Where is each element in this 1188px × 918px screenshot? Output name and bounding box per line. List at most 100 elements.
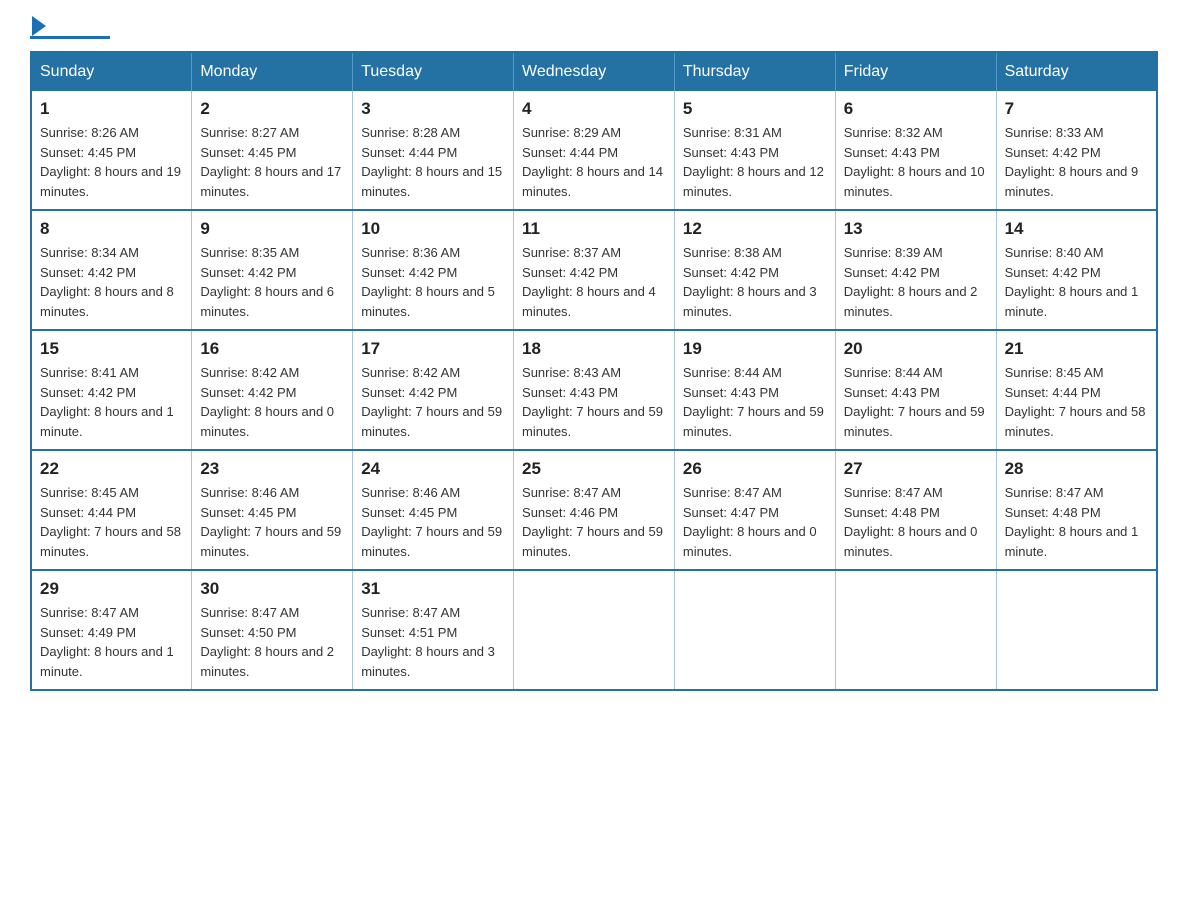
day-number: 24 [361, 459, 505, 479]
calendar-cell: 30 Sunrise: 8:47 AM Sunset: 4:50 PM Dayl… [192, 570, 353, 690]
day-info: Sunrise: 8:37 AM Sunset: 4:42 PM Dayligh… [522, 243, 666, 321]
day-info: Sunrise: 8:44 AM Sunset: 4:43 PM Dayligh… [844, 363, 988, 441]
day-info: Sunrise: 8:36 AM Sunset: 4:42 PM Dayligh… [361, 243, 505, 321]
day-number: 23 [200, 459, 344, 479]
calendar-header-tuesday: Tuesday [353, 52, 514, 91]
day-info: Sunrise: 8:42 AM Sunset: 4:42 PM Dayligh… [361, 363, 505, 441]
calendar-cell: 15 Sunrise: 8:41 AM Sunset: 4:42 PM Dayl… [31, 330, 192, 450]
calendar-week-row: 29 Sunrise: 8:47 AM Sunset: 4:49 PM Dayl… [31, 570, 1157, 690]
day-number: 9 [200, 219, 344, 239]
calendar-cell: 6 Sunrise: 8:32 AM Sunset: 4:43 PM Dayli… [835, 91, 996, 210]
calendar-header-row: SundayMondayTuesdayWednesdayThursdayFrid… [31, 52, 1157, 91]
calendar-cell [514, 570, 675, 690]
day-info: Sunrise: 8:38 AM Sunset: 4:42 PM Dayligh… [683, 243, 827, 321]
day-number: 13 [844, 219, 988, 239]
calendar-header-saturday: Saturday [996, 52, 1157, 91]
day-number: 6 [844, 99, 988, 119]
day-info: Sunrise: 8:28 AM Sunset: 4:44 PM Dayligh… [361, 123, 505, 201]
calendar-cell: 23 Sunrise: 8:46 AM Sunset: 4:45 PM Dayl… [192, 450, 353, 570]
day-info: Sunrise: 8:45 AM Sunset: 4:44 PM Dayligh… [1005, 363, 1148, 441]
calendar-cell: 19 Sunrise: 8:44 AM Sunset: 4:43 PM Dayl… [674, 330, 835, 450]
calendar-week-row: 22 Sunrise: 8:45 AM Sunset: 4:44 PM Dayl… [31, 450, 1157, 570]
day-number: 30 [200, 579, 344, 599]
day-number: 16 [200, 339, 344, 359]
day-info: Sunrise: 8:47 AM Sunset: 4:50 PM Dayligh… [200, 603, 344, 681]
day-info: Sunrise: 8:40 AM Sunset: 4:42 PM Dayligh… [1005, 243, 1148, 321]
calendar-cell: 11 Sunrise: 8:37 AM Sunset: 4:42 PM Dayl… [514, 210, 675, 330]
calendar-week-row: 8 Sunrise: 8:34 AM Sunset: 4:42 PM Dayli… [31, 210, 1157, 330]
day-info: Sunrise: 8:31 AM Sunset: 4:43 PM Dayligh… [683, 123, 827, 201]
day-number: 28 [1005, 459, 1148, 479]
day-info: Sunrise: 8:47 AM Sunset: 4:48 PM Dayligh… [1005, 483, 1148, 561]
day-number: 12 [683, 219, 827, 239]
calendar-cell [996, 570, 1157, 690]
calendar-cell: 7 Sunrise: 8:33 AM Sunset: 4:42 PM Dayli… [996, 91, 1157, 210]
day-number: 8 [40, 219, 183, 239]
day-number: 18 [522, 339, 666, 359]
calendar-cell: 3 Sunrise: 8:28 AM Sunset: 4:44 PM Dayli… [353, 91, 514, 210]
logo-underline [30, 36, 110, 39]
calendar-cell: 26 Sunrise: 8:47 AM Sunset: 4:47 PM Dayl… [674, 450, 835, 570]
day-info: Sunrise: 8:26 AM Sunset: 4:45 PM Dayligh… [40, 123, 183, 201]
day-number: 27 [844, 459, 988, 479]
calendar-cell: 22 Sunrise: 8:45 AM Sunset: 4:44 PM Dayl… [31, 450, 192, 570]
day-info: Sunrise: 8:27 AM Sunset: 4:45 PM Dayligh… [200, 123, 344, 201]
logo [30, 20, 110, 31]
day-number: 22 [40, 459, 183, 479]
day-number: 11 [522, 219, 666, 239]
calendar-header-thursday: Thursday [674, 52, 835, 91]
calendar-cell: 10 Sunrise: 8:36 AM Sunset: 4:42 PM Dayl… [353, 210, 514, 330]
day-number: 10 [361, 219, 505, 239]
calendar-cell [674, 570, 835, 690]
day-info: Sunrise: 8:42 AM Sunset: 4:42 PM Dayligh… [200, 363, 344, 441]
calendar-cell: 17 Sunrise: 8:42 AM Sunset: 4:42 PM Dayl… [353, 330, 514, 450]
day-number: 19 [683, 339, 827, 359]
calendar-week-row: 1 Sunrise: 8:26 AM Sunset: 4:45 PM Dayli… [31, 91, 1157, 210]
day-number: 25 [522, 459, 666, 479]
calendar-week-row: 15 Sunrise: 8:41 AM Sunset: 4:42 PM Dayl… [31, 330, 1157, 450]
day-info: Sunrise: 8:45 AM Sunset: 4:44 PM Dayligh… [40, 483, 183, 561]
calendar-cell: 16 Sunrise: 8:42 AM Sunset: 4:42 PM Dayl… [192, 330, 353, 450]
day-number: 5 [683, 99, 827, 119]
day-number: 1 [40, 99, 183, 119]
calendar-cell: 24 Sunrise: 8:46 AM Sunset: 4:45 PM Dayl… [353, 450, 514, 570]
calendar-cell: 5 Sunrise: 8:31 AM Sunset: 4:43 PM Dayli… [674, 91, 835, 210]
day-info: Sunrise: 8:43 AM Sunset: 4:43 PM Dayligh… [522, 363, 666, 441]
day-info: Sunrise: 8:47 AM Sunset: 4:48 PM Dayligh… [844, 483, 988, 561]
day-info: Sunrise: 8:47 AM Sunset: 4:47 PM Dayligh… [683, 483, 827, 561]
page-header [30, 20, 1158, 31]
calendar-header-sunday: Sunday [31, 52, 192, 91]
calendar-cell: 31 Sunrise: 8:47 AM Sunset: 4:51 PM Dayl… [353, 570, 514, 690]
day-info: Sunrise: 8:41 AM Sunset: 4:42 PM Dayligh… [40, 363, 183, 441]
day-info: Sunrise: 8:46 AM Sunset: 4:45 PM Dayligh… [361, 483, 505, 561]
day-number: 15 [40, 339, 183, 359]
calendar-cell: 18 Sunrise: 8:43 AM Sunset: 4:43 PM Dayl… [514, 330, 675, 450]
day-info: Sunrise: 8:35 AM Sunset: 4:42 PM Dayligh… [200, 243, 344, 321]
calendar-cell [835, 570, 996, 690]
day-info: Sunrise: 8:47 AM Sunset: 4:51 PM Dayligh… [361, 603, 505, 681]
day-info: Sunrise: 8:29 AM Sunset: 4:44 PM Dayligh… [522, 123, 666, 201]
calendar-header-wednesday: Wednesday [514, 52, 675, 91]
calendar-cell: 2 Sunrise: 8:27 AM Sunset: 4:45 PM Dayli… [192, 91, 353, 210]
day-number: 4 [522, 99, 666, 119]
calendar-cell: 28 Sunrise: 8:47 AM Sunset: 4:48 PM Dayl… [996, 450, 1157, 570]
calendar-header-monday: Monday [192, 52, 353, 91]
day-info: Sunrise: 8:47 AM Sunset: 4:46 PM Dayligh… [522, 483, 666, 561]
calendar-table: SundayMondayTuesdayWednesdayThursdayFrid… [30, 51, 1158, 691]
calendar-cell: 1 Sunrise: 8:26 AM Sunset: 4:45 PM Dayli… [31, 91, 192, 210]
day-number: 29 [40, 579, 183, 599]
day-number: 26 [683, 459, 827, 479]
calendar-cell: 27 Sunrise: 8:47 AM Sunset: 4:48 PM Dayl… [835, 450, 996, 570]
day-number: 17 [361, 339, 505, 359]
calendar-cell: 12 Sunrise: 8:38 AM Sunset: 4:42 PM Dayl… [674, 210, 835, 330]
day-info: Sunrise: 8:39 AM Sunset: 4:42 PM Dayligh… [844, 243, 988, 321]
day-info: Sunrise: 8:33 AM Sunset: 4:42 PM Dayligh… [1005, 123, 1148, 201]
calendar-cell: 9 Sunrise: 8:35 AM Sunset: 4:42 PM Dayli… [192, 210, 353, 330]
calendar-cell: 14 Sunrise: 8:40 AM Sunset: 4:42 PM Dayl… [996, 210, 1157, 330]
day-number: 14 [1005, 219, 1148, 239]
day-number: 20 [844, 339, 988, 359]
day-info: Sunrise: 8:46 AM Sunset: 4:45 PM Dayligh… [200, 483, 344, 561]
day-number: 31 [361, 579, 505, 599]
calendar-cell: 20 Sunrise: 8:44 AM Sunset: 4:43 PM Dayl… [835, 330, 996, 450]
calendar-cell: 4 Sunrise: 8:29 AM Sunset: 4:44 PM Dayli… [514, 91, 675, 210]
